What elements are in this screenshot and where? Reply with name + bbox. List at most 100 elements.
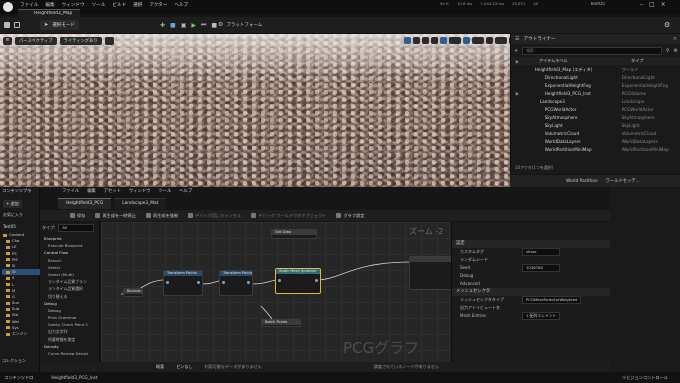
- outliner-row[interactable]: VolumetricCloud VolumetricCloud: [511, 130, 680, 138]
- pcg-menu-item[interactable]: アセット: [104, 188, 121, 194]
- visibility-icon[interactable]: ◉: [511, 90, 535, 98]
- close-icon[interactable]: ×: [661, 1, 666, 8]
- visibility-icon[interactable]: [511, 66, 535, 74]
- node-static-mesh-spawner[interactable]: Static Mesh Spawner: [275, 268, 321, 294]
- menu-item[interactable]: 選択: [133, 2, 142, 8]
- grid-size[interactable]: [449, 37, 461, 44]
- blueprint-icon[interactable]: ■: [170, 22, 176, 29]
- pcg-menu-item[interactable]: ウィンドウ: [129, 188, 150, 194]
- palette-item[interactable]: Select (Multi): [40, 271, 100, 278]
- outliner-row[interactable]: WorldPartitionMiniMap WorldPartitionMiniM…: [511, 146, 680, 154]
- menu-item[interactable]: ツール: [92, 2, 106, 8]
- mesh-prop-field[interactable]: PCGMeshSelectorWeighted: [522, 296, 582, 304]
- pcg-menu-item[interactable]: ファイル: [62, 188, 79, 194]
- visibility-icon[interactable]: [511, 106, 535, 114]
- outliner-row[interactable]: SkyAtmosphere SkyAtmosphere: [511, 114, 680, 122]
- palette-item[interactable]: 所要時間を測定: [40, 336, 100, 343]
- palette-item[interactable]: ランタイム品質選択: [40, 285, 100, 292]
- world-partition-tab[interactable]: World Partition: [566, 179, 598, 184]
- pcg-toolbar-button[interactable]: 再生成を強制: [145, 213, 178, 219]
- pin-in-icon[interactable]: [166, 281, 169, 284]
- rotation-snap-value[interactable]: [472, 37, 484, 44]
- menu-item[interactable]: ビルド: [112, 2, 126, 8]
- outliner-row[interactable]: SkyLight SkyLight: [511, 122, 680, 130]
- project-root[interactable]: Test05: [3, 224, 16, 229]
- lit-button[interactable]: ライティングあり: [59, 37, 102, 45]
- collections-label[interactable]: コレクション: [2, 358, 26, 364]
- pcg-toolbar-button[interactable]: 保存: [70, 213, 85, 219]
- pcg-toolbar-button[interactable]: 再生成を一時停止: [95, 213, 136, 219]
- translate-icon[interactable]: [404, 37, 411, 44]
- settings-icon[interactable]: ⚙: [664, 21, 670, 29]
- outliner-row[interactable]: WorldDataLayers WorldDataLayers: [511, 138, 680, 146]
- pin-in-icon[interactable]: [222, 281, 225, 284]
- palette-item[interactable]: Curve Remap Densit: [40, 350, 100, 357]
- outliner-row[interactable]: ExponentialHeightFog ExponentialHeightFog: [511, 82, 680, 90]
- pcg-menu-item[interactable]: 編集: [87, 188, 96, 194]
- pcg-tab[interactable]: Heightfield3_PCG: [58, 198, 112, 209]
- menu-item[interactable]: ヘルプ: [174, 2, 188, 8]
- visibility-icon[interactable]: [511, 138, 535, 146]
- pin-out-icon[interactable]: [197, 281, 200, 284]
- minimize-icon[interactable]: –: [640, 1, 643, 8]
- app-logo-icon[interactable]: [3, 2, 13, 12]
- visibility-icon[interactable]: [511, 130, 535, 138]
- palette-category[interactable]: Blueprint: [40, 235, 100, 242]
- menu-item[interactable]: ウィンドウ: [62, 2, 85, 8]
- outliner-row[interactable]: Landscape3 Landscape: [511, 98, 680, 106]
- add-actor-icon[interactable]: ✚: [160, 22, 165, 29]
- node-small[interactable]: Bounds Modifier: [123, 288, 143, 297]
- pcg-toolbar-button[interactable]: デバッグ用にキャンセル: [188, 213, 241, 219]
- col-type[interactable]: タイプ: [631, 58, 644, 64]
- outliner-row[interactable]: ◉ Heightfield3_PCG_Inst PCGVolume: [511, 90, 680, 98]
- outliner-row[interactable]: PCGWorldActor PCGWorldActor: [511, 106, 680, 114]
- visibility-icon[interactable]: [511, 146, 535, 154]
- filter-label[interactable]: ピンなし: [176, 364, 192, 370]
- menu-item[interactable]: 編集: [45, 2, 54, 8]
- mesh-selector-section[interactable]: メッシュセレクタ: [452, 288, 610, 296]
- outliner-row[interactable]: Heightfield3_Map (エディタ) ワールド: [511, 66, 680, 74]
- add-content-button[interactable]: + 追加: [3, 200, 22, 208]
- visibility-icon[interactable]: [511, 114, 535, 122]
- detail-prop-field[interactable]: 1036780: [522, 264, 560, 272]
- show-button[interactable]: [104, 37, 114, 45]
- col-item-label[interactable]: アイテムラベル: [539, 58, 627, 64]
- pcg-menu-item[interactable]: ツール: [158, 188, 171, 194]
- camera-speed[interactable]: [495, 37, 507, 44]
- browse-icon[interactable]: [14, 22, 20, 28]
- rotation-snap-icon[interactable]: [463, 37, 470, 44]
- visibility-icon[interactable]: [511, 98, 535, 106]
- filter-icon[interactable]: ⚲: [666, 48, 670, 54]
- map-tab[interactable]: Heightfield3_Map: [18, 9, 80, 17]
- visibility-col-icon[interactable]: ◉: [511, 59, 535, 64]
- perspective-button[interactable]: パースペクティブ: [15, 37, 57, 45]
- palette-item[interactable]: Debug: [40, 307, 100, 314]
- palette-item[interactable]: Execute Blueprint: [40, 242, 100, 249]
- active-graph-label[interactable]: Heightfield3_PCG_Inst: [51, 375, 97, 380]
- rotate-icon[interactable]: [413, 37, 420, 44]
- platform-button[interactable]: ⚙ プラットフォーム: [218, 21, 262, 28]
- content-browser-tab[interactable]: コンテンツブラ: [2, 188, 31, 194]
- palette-item[interactable]: 出力文字列: [40, 328, 100, 335]
- stop-icon[interactable]: ■: [211, 22, 217, 29]
- node-transform-a[interactable]: Transform Points: [163, 270, 203, 296]
- menu-item[interactable]: ファイル: [20, 2, 38, 8]
- menu-item[interactable]: アクター: [149, 2, 167, 8]
- add-filter-icon[interactable]: +: [514, 48, 518, 54]
- console-label[interactable]: 概要: [156, 364, 164, 370]
- select-mode-button[interactable]: ➤ 選択モード: [40, 20, 79, 30]
- visibility-icon[interactable]: [511, 74, 535, 82]
- outliner-search-input[interactable]: 検索...: [522, 46, 662, 55]
- scale-icon[interactable]: [422, 37, 429, 44]
- revision-control[interactable]: リビジョンコントロール: [622, 375, 668, 381]
- outliner-row[interactable]: DirectionalLight DirectionalLight: [511, 74, 680, 82]
- pcg-graph[interactable]: ズーム -2 PCGグラフ Get Data Transform Points …: [101, 222, 451, 362]
- pin-out-icon[interactable]: [247, 281, 250, 284]
- world-settings-tab[interactable]: ワールドセッテ...: [606, 178, 640, 184]
- scale-snap-icon[interactable]: [486, 37, 493, 44]
- pcg-toolbar-button[interactable]: デバッグ ワールドでのオブジェクト: [251, 213, 326, 219]
- palette-category[interactable]: Density: [40, 343, 100, 350]
- skip-icon[interactable]: ⏭: [201, 21, 206, 29]
- palette-item[interactable]: Sanity Check Point C: [40, 321, 100, 328]
- node-transform-b[interactable]: Transform Points: [219, 270, 253, 296]
